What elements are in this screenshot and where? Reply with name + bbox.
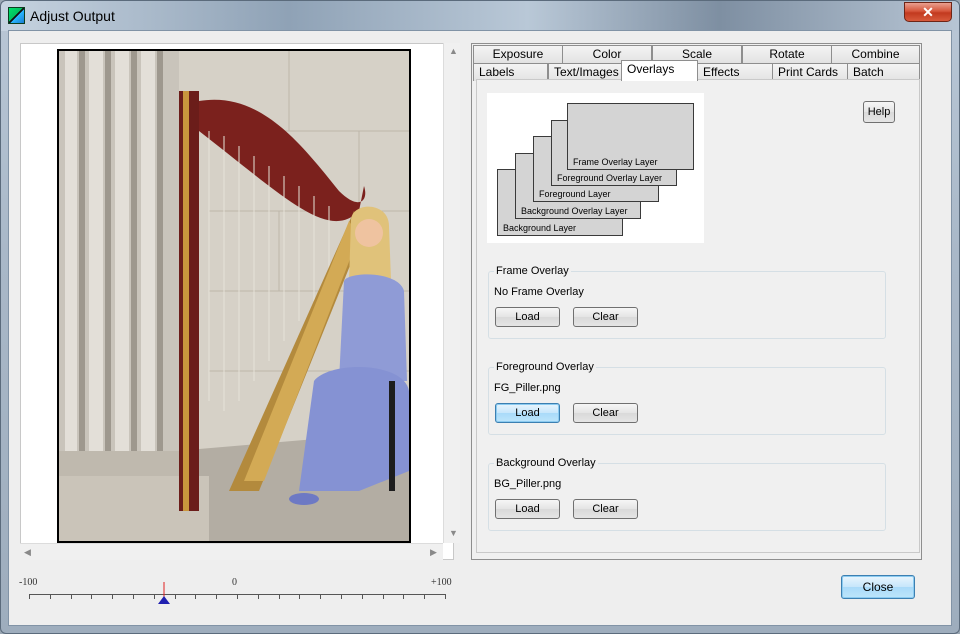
- slider-tick: [112, 594, 114, 599]
- slider-tick: [424, 594, 426, 599]
- slider-tick: [278, 594, 280, 599]
- scroll-right-arrow-icon[interactable]: ▶: [430, 547, 437, 558]
- frame-overlay-load-button[interactable]: Load: [495, 307, 560, 327]
- slider-tick: [216, 594, 218, 599]
- slider-tick: [403, 594, 405, 599]
- help-button[interactable]: Help: [863, 101, 895, 123]
- tab-exposure[interactable]: Exposure: [473, 45, 563, 63]
- slider-tick: [257, 594, 259, 599]
- slider-tick: [382, 594, 384, 599]
- tab-overlays[interactable]: Overlays: [621, 60, 698, 81]
- slider-tick: [320, 594, 322, 599]
- scroll-down-arrow-icon[interactable]: ▼: [449, 528, 458, 538]
- slider-tick: [174, 594, 176, 599]
- frame-overlay-clear-button[interactable]: Clear: [573, 307, 638, 327]
- app-logo-icon: [8, 7, 25, 24]
- tab-rotate[interactable]: Rotate: [742, 45, 832, 63]
- harpist-photo-image: [59, 51, 409, 541]
- foreground-overlay-title: Foreground Overlay: [494, 361, 596, 373]
- dialog-client-area: ▲ ▼ ◀ ▶ -100 0 +100 Exposure Color Scale…: [8, 30, 952, 626]
- foreground-overlay-group: [488, 367, 886, 435]
- slider-mid-label: 0: [232, 577, 237, 588]
- window-close-button[interactable]: ✕: [904, 2, 952, 22]
- slider-tick: [29, 594, 30, 599]
- slider-tick: [299, 594, 301, 599]
- scroll-up-arrow-icon[interactable]: ▲: [449, 46, 458, 56]
- slider-thumb-icon[interactable]: [157, 582, 171, 606]
- preview-horizontal-scrollbar[interactable]: ◀ ▶: [20, 543, 443, 560]
- window-title: Adjust Output: [30, 8, 115, 24]
- title-bar[interactable]: Adjust Output ✕: [1, 1, 959, 31]
- slider-tick: [445, 594, 446, 599]
- background-overlay-group: [488, 463, 886, 531]
- slider-tick: [341, 594, 342, 599]
- slider-tick: [133, 594, 134, 599]
- slider-tick: [153, 594, 155, 599]
- foreground-overlay-load-button[interactable]: Load: [495, 403, 560, 423]
- background-overlay-clear-button[interactable]: Clear: [573, 499, 638, 519]
- frame-overlay-value: No Frame Overlay: [494, 286, 584, 298]
- background-overlay-value: BG_Piller.png: [494, 478, 562, 490]
- tab-combine[interactable]: Combine: [831, 45, 920, 63]
- slider-max-label: +100: [431, 577, 452, 588]
- foreground-overlay-value: FG_Piller.png: [494, 382, 561, 394]
- overlay-layers-diagram: Background Layer Background Overlay Laye…: [487, 93, 704, 243]
- preview-vertical-scrollbar[interactable]: ▲ ▼: [443, 43, 460, 543]
- background-overlay-load-button[interactable]: Load: [495, 499, 560, 519]
- image-preview-panel: [20, 43, 454, 560]
- frame-overlay-title: Frame Overlay: [494, 265, 571, 277]
- slider-tick: [237, 594, 238, 599]
- slider-min-label: -100: [19, 577, 38, 588]
- slider-tick: [70, 594, 72, 599]
- preview-photo: [57, 49, 411, 543]
- frame-overlay-group: [488, 271, 886, 339]
- slider-tick: [195, 594, 197, 599]
- slider-tick: [91, 594, 93, 599]
- slider-tick: [49, 594, 51, 599]
- scroll-left-arrow-icon[interactable]: ◀: [24, 547, 31, 558]
- slider-tick: [361, 594, 363, 599]
- close-button[interactable]: Close: [841, 575, 915, 599]
- layer-frame-overlay: Frame Overlay Layer: [567, 103, 694, 170]
- foreground-overlay-clear-button[interactable]: Clear: [573, 403, 638, 423]
- background-overlay-title: Background Overlay: [494, 457, 598, 469]
